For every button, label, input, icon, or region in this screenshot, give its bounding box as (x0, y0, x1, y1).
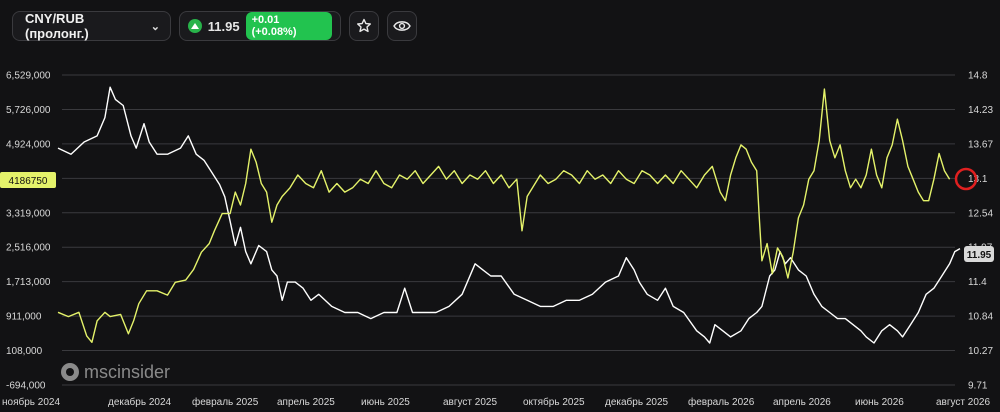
right-tick-label: 10.84 (968, 312, 993, 323)
right-value-badge: 11.95 (964, 246, 994, 262)
price-volume-chart[interactable]: 6,529,0005,726,0004,924,0004,121,0003,31… (0, 0, 1000, 412)
watermark-text: mscinsider (84, 362, 170, 382)
x-tick-label: ноябрь 2024 (2, 396, 60, 408)
volume-series-line (57, 88, 951, 343)
x-tick-label: июнь 2025 (361, 397, 410, 408)
left-tick-label: 6,529,000 (6, 71, 51, 82)
left-axis: 6,529,0005,726,0004,924,0004,121,0003,31… (6, 71, 51, 392)
right-tick-label: 9.71 (968, 381, 988, 392)
right-tick-label: 14.23 (968, 105, 993, 116)
x-tick-label: апрель 2025 (277, 397, 335, 408)
x-tick-label: апрель 2026 (773, 397, 831, 408)
left-tick-label: 4,924,000 (6, 139, 51, 150)
left-tick-label: 5,726,000 (6, 105, 51, 116)
right-tick-label: 10.27 (968, 346, 993, 357)
right-tick-label: 13.67 (968, 139, 993, 150)
x-tick-label: февраль 2026 (688, 396, 755, 408)
x-tick-label: июнь 2026 (855, 397, 904, 408)
right-tick-label: 11.4 (968, 277, 987, 288)
right-tick-label: 13.1 (968, 174, 988, 185)
left-tick-label: 108,000 (6, 346, 43, 357)
left-tick-label: 3,319,000 (6, 208, 51, 219)
x-axis: ноябрь 2024 декабрь 2024 февраль 2025 апрел… (2, 396, 990, 408)
watermark: mscinsider (61, 362, 170, 382)
x-tick-label: декабрь 2024 (108, 396, 172, 408)
left-tick-label: -694,000 (6, 381, 46, 392)
left-badge-text: 4186750 (9, 176, 48, 187)
x-tick-label: октябрь 2025 (523, 396, 585, 408)
right-axis: 14.814.2313.6713.112.5411.9711.410.8410.… (968, 71, 993, 392)
right-tick-label: 14.8 (968, 71, 988, 82)
series-lines (57, 86, 961, 344)
x-tick-label: декабрь 2025 (605, 396, 669, 408)
left-tick-label: 911,000 (6, 312, 42, 323)
left-tick-label: 2,516,000 (6, 243, 51, 254)
left-value-badge: 4186750 (0, 172, 56, 188)
left-tick-label: 1,713,000 (6, 277, 51, 288)
price-series-line (57, 86, 961, 344)
right-badge-text: 11.95 (967, 250, 992, 261)
x-tick-label: февраль 2025 (192, 396, 259, 408)
mscinsider-logo-hole (66, 368, 74, 376)
x-tick-label: август 2026 (936, 397, 990, 408)
x-tick-label: август 2025 (443, 397, 497, 408)
right-tick-label: 12.54 (968, 208, 993, 219)
